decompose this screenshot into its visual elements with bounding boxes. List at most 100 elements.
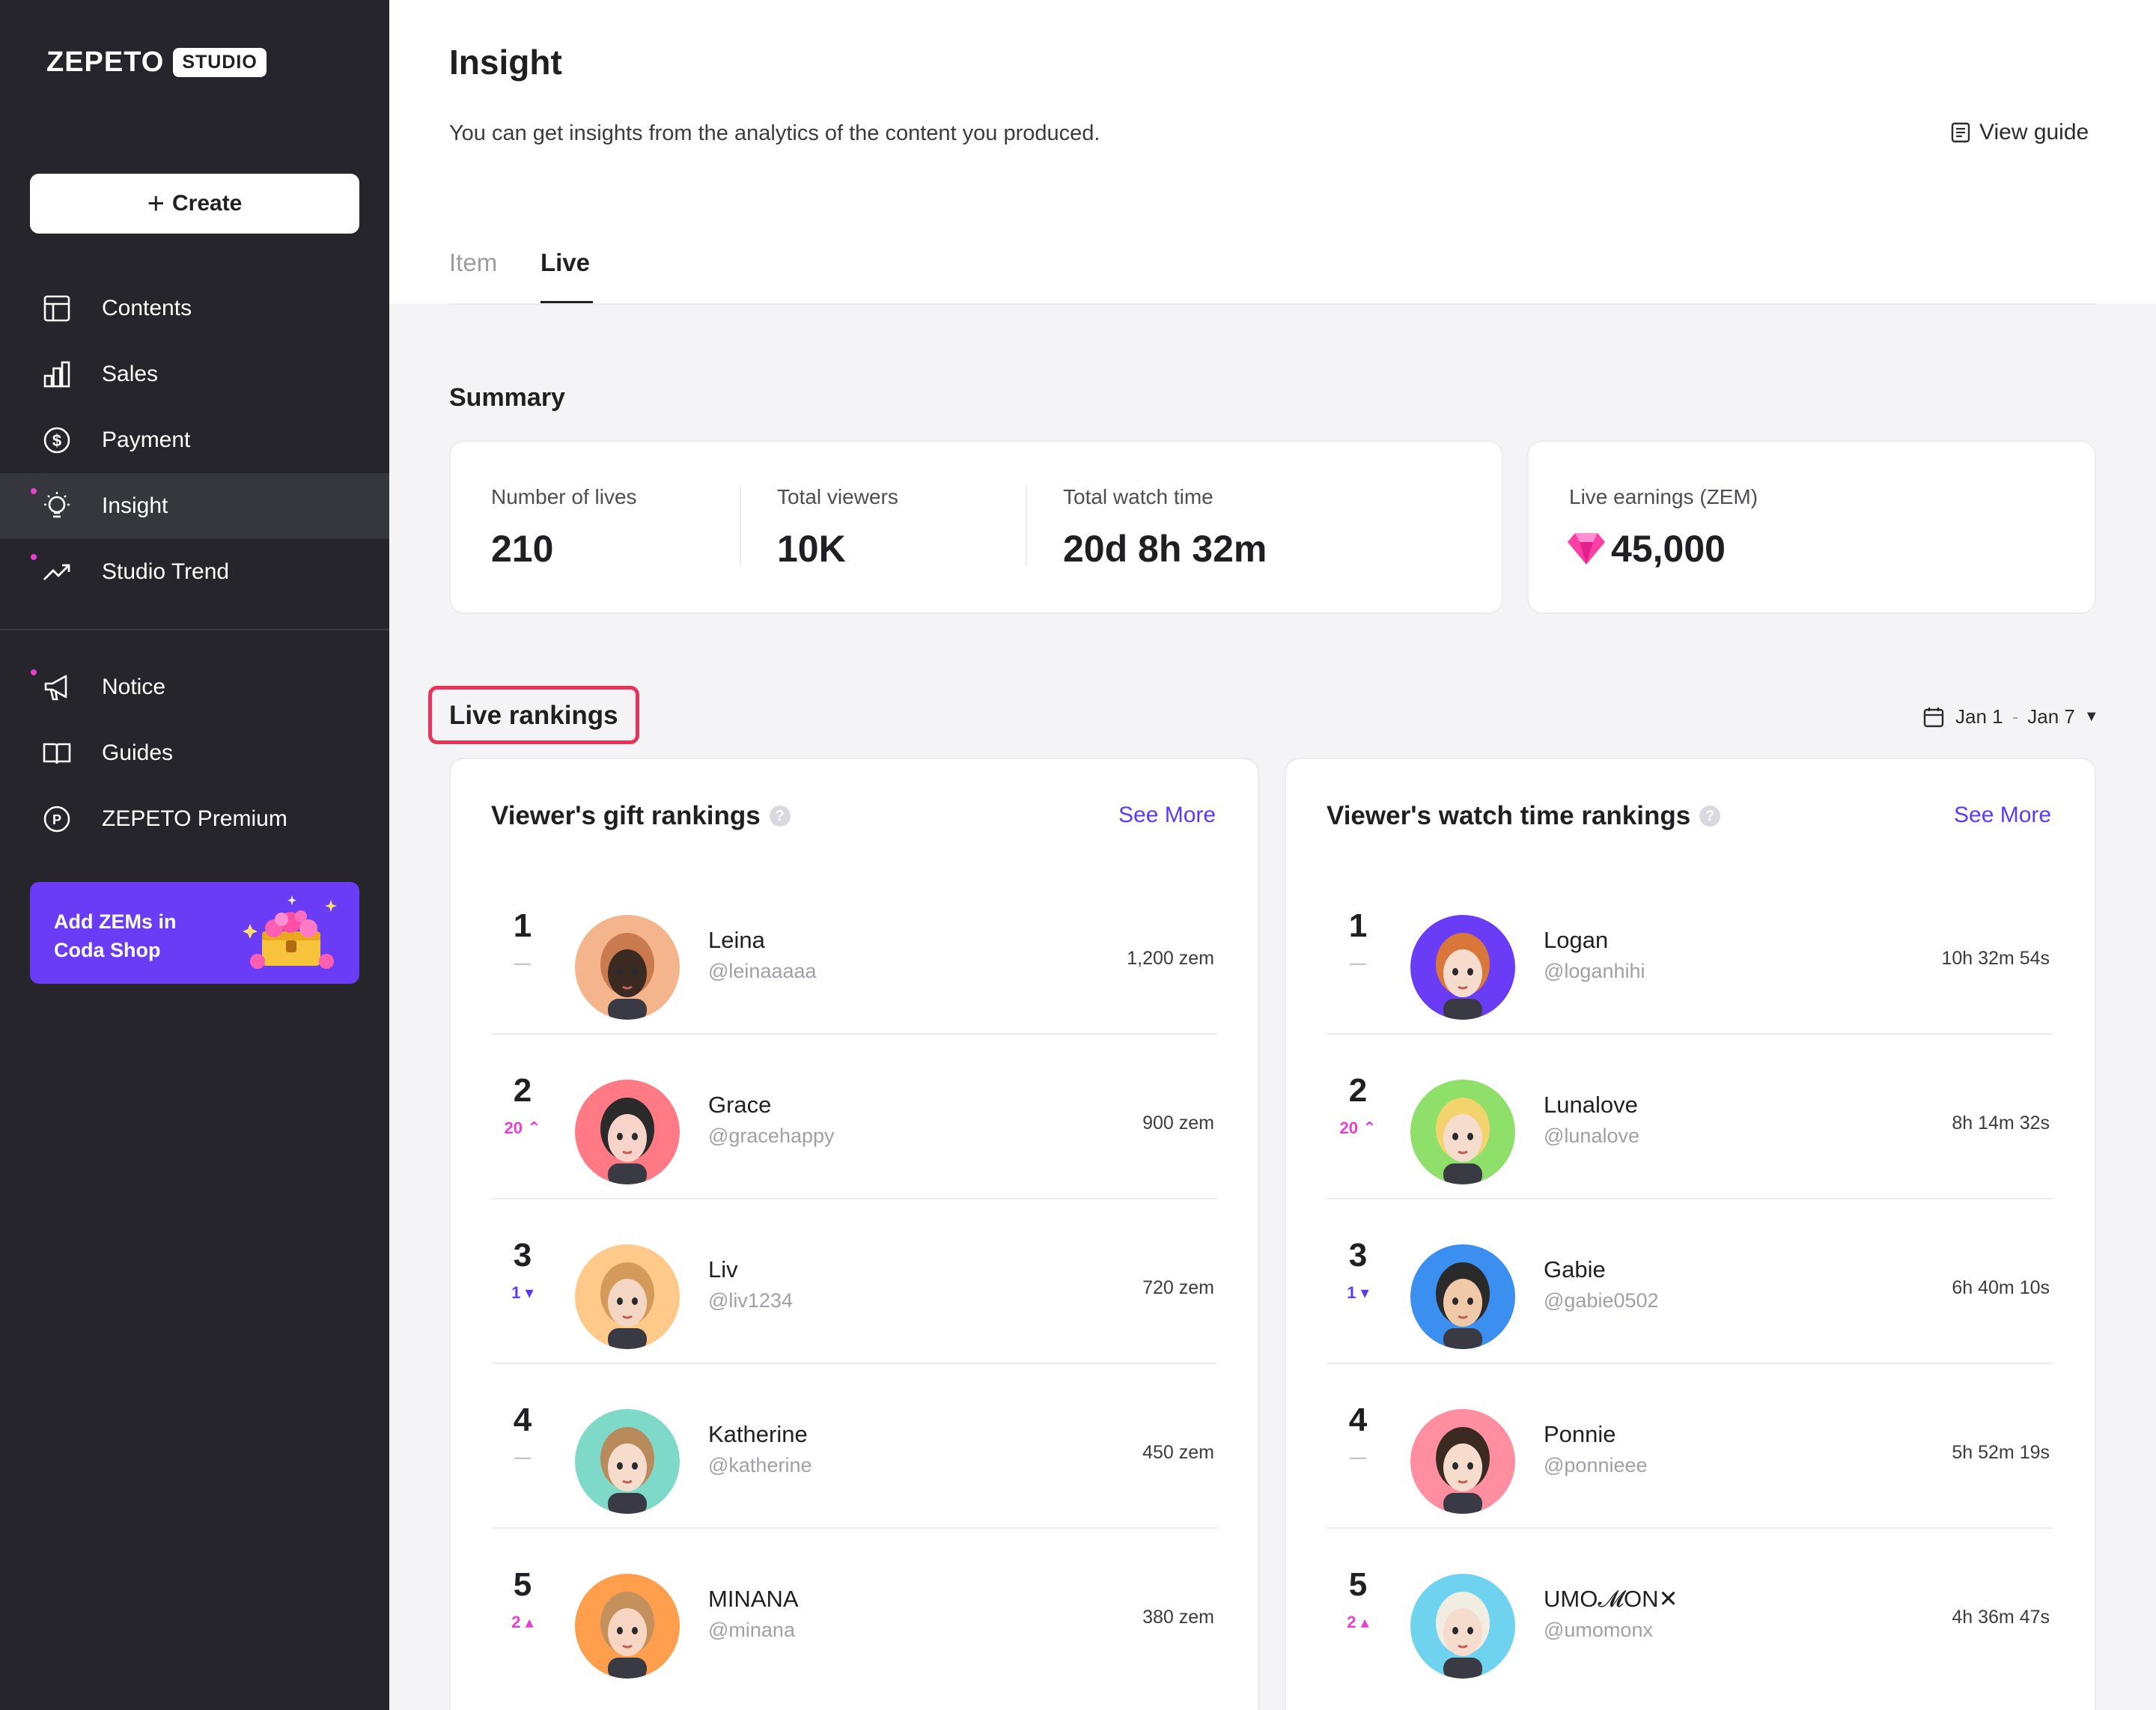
ranking-row[interactable]: 3 1 ▾ Liv @liv1234 720 zem <box>491 1199 1217 1364</box>
rank-change-badge: 1 ▾ <box>1347 1283 1369 1302</box>
ranking-handle: @liv1234 <box>708 1289 793 1312</box>
rank-change-badge: 20 ⌃ <box>1339 1119 1377 1137</box>
avatar[interactable] <box>575 1574 680 1679</box>
sidebar: ZEPETO STUDIO + Create Contents Sales $ … <box>0 0 389 1710</box>
create-button[interactable]: + Create <box>30 174 359 234</box>
rank-change-badge: — <box>514 1448 531 1467</box>
avatar[interactable] <box>1410 915 1515 1020</box>
stat-label-number-of-lives: Number of lives <box>491 485 637 508</box>
stat-value-number-of-lives: 210 <box>491 528 554 570</box>
ranking-value: 380 zem <box>1142 1607 1214 1628</box>
ranking-handle: @ponnieee <box>1544 1454 1648 1476</box>
bar-chart-icon <box>43 361 70 388</box>
avatar[interactable] <box>1410 1244 1515 1349</box>
ranking-handle: @minana <box>708 1619 795 1641</box>
avatar[interactable] <box>1410 1080 1515 1184</box>
view-guide-link[interactable]: View guide <box>1949 120 2089 145</box>
premium-icon: P <box>43 806 70 833</box>
sidebar-item-studio-trend[interactable]: Studio Trend <box>0 539 389 605</box>
ranking-name: Logan <box>1544 927 1609 953</box>
zepeto-studio-logo[interactable]: ZEPETO STUDIO <box>46 46 267 79</box>
sidebar-item-label: Sales <box>102 362 159 386</box>
sidebar-item-label: Notice <box>102 675 166 699</box>
help-icon[interactable]: ? <box>1699 806 1721 827</box>
ranking-name: Gabie <box>1544 1256 1606 1282</box>
rank-number: 2 <box>1348 1072 1368 1109</box>
ranking-row[interactable]: 2 20 ⌃ Grace @gracehappy 900 zem <box>491 1035 1217 1199</box>
rank-change-badge: 2 ▴ <box>511 1613 534 1631</box>
sidebar-item-payment[interactable]: $ Payment <box>0 407 389 473</box>
logo-badge: STUDIO <box>173 48 267 77</box>
tab-item[interactable]: Item <box>449 249 497 277</box>
rank-number: 5 <box>1348 1566 1368 1603</box>
header-area <box>389 0 2156 304</box>
create-label: Create <box>171 191 243 216</box>
avatar[interactable] <box>1410 1409 1515 1514</box>
ranking-row[interactable]: 5 2 ▴ UMO𝓜ON✕ @umomonx 4h 36m 47s <box>1327 1529 2053 1694</box>
watch-rankings-title: Viewer's watch time rankings ? <box>1327 801 1721 831</box>
stat-label-total-viewers: Total viewers <box>777 485 898 508</box>
rank-change-badge: — <box>1350 1448 1366 1467</box>
live-rankings-title: Live rankings <box>449 701 618 730</box>
tab-live[interactable]: Live <box>540 249 590 277</box>
new-dot <box>31 488 37 494</box>
gift-see-more-link[interactable]: See More <box>1118 803 1216 828</box>
sidebar-item-label: Guides <box>102 740 174 765</box>
help-icon[interactable]: ? <box>769 806 791 827</box>
summary-stats-card <box>449 440 1503 614</box>
ranking-value: 1,200 zem <box>1127 948 1214 969</box>
document-icon <box>1951 122 1970 143</box>
logo-word: ZEPETO <box>46 46 165 78</box>
ranking-row[interactable]: 1 — Logan @loganhihi 10h 32m 54s <box>1327 870 2053 1035</box>
rank-number: 2 <box>513 1072 532 1109</box>
lightbulb-icon <box>44 492 70 518</box>
ranking-handle: @loganhihi <box>1544 960 1645 982</box>
watch-see-more-link[interactable]: See More <box>1954 803 2051 828</box>
rank-number: 4 <box>1348 1402 1368 1438</box>
ranking-value: 450 zem <box>1142 1442 1214 1463</box>
sidebar-item-zepeto-premium[interactable]: P ZEPETO Premium <box>0 786 389 852</box>
sidebar-item-guides[interactable]: Guides <box>0 720 389 786</box>
stat-value-total-watch-time: 20d 8h 32m <box>1063 528 1267 570</box>
ranking-value: 5h 52m 19s <box>1952 1442 2050 1463</box>
stat-divider <box>1026 485 1027 566</box>
sidebar-item-contents[interactable]: Contents <box>0 276 389 341</box>
ranking-handle: @gracehappy <box>708 1125 835 1147</box>
avatar[interactable] <box>575 1409 680 1514</box>
avatar[interactable] <box>575 915 680 1020</box>
ranking-row[interactable]: 2 20 ⌃ Lunalove @lunalove 8h 14m 32s <box>1327 1035 2053 1199</box>
ranking-row[interactable]: 5 2 ▴ MINANA @minana 380 zem <box>491 1529 1217 1694</box>
rank-number: 4 <box>513 1402 532 1438</box>
ranking-row[interactable]: 1 — Leina @leinaaaaa 1,200 zem <box>491 870 1217 1035</box>
avatar[interactable] <box>575 1244 680 1349</box>
sidebar-item-notice[interactable]: Notice <box>0 654 389 720</box>
ranking-name: Liv <box>708 1256 738 1282</box>
avatar[interactable] <box>575 1080 680 1184</box>
stat-value-total-viewers: 10K <box>777 528 846 570</box>
ranking-row[interactable]: 4 — Katherine @katherine 450 zem <box>491 1364 1217 1529</box>
date-separator: - <box>2012 705 2019 728</box>
sidebar-item-sales[interactable]: Sales <box>0 341 389 407</box>
ranking-handle: @lunalove <box>1544 1125 1639 1147</box>
ranking-value: 720 zem <box>1142 1277 1214 1298</box>
ranking-handle: @katherine <box>708 1454 812 1476</box>
gift-rankings-title: Viewer's gift rankings ? <box>491 801 791 831</box>
layout-icon <box>43 295 70 322</box>
coda-shop-promo-banner[interactable]: Add ZEMs in Coda Shop <box>30 882 359 984</box>
stat-divider <box>740 485 741 566</box>
stat-label-total-watch-time: Total watch time <box>1063 485 1213 508</box>
date-range-picker[interactable]: Jan 1 - Jan 7 ▼ <box>1922 705 2099 728</box>
megaphone-icon <box>44 675 67 701</box>
ranking-row[interactable]: 3 1 ▾ Gabie @gabie0502 6h 40m 10s <box>1327 1199 2053 1364</box>
tab-divider <box>449 303 2096 305</box>
rank-change-badge: — <box>514 954 531 973</box>
page-description: You can get insights from the analytics … <box>449 121 1100 145</box>
summary-title: Summary <box>449 383 565 412</box>
ranking-name: Ponnie <box>1544 1421 1616 1447</box>
rank-change-badge: 2 ▴ <box>1347 1613 1369 1631</box>
zem-gem-icon <box>1568 533 1605 565</box>
sidebar-item-insight[interactable]: Insight <box>0 473 389 539</box>
avatar[interactable] <box>1410 1574 1515 1679</box>
ranking-name: Grace <box>708 1092 772 1118</box>
ranking-row[interactable]: 4 — Ponnie @ponnieee 5h 52m 19s <box>1327 1364 2053 1529</box>
